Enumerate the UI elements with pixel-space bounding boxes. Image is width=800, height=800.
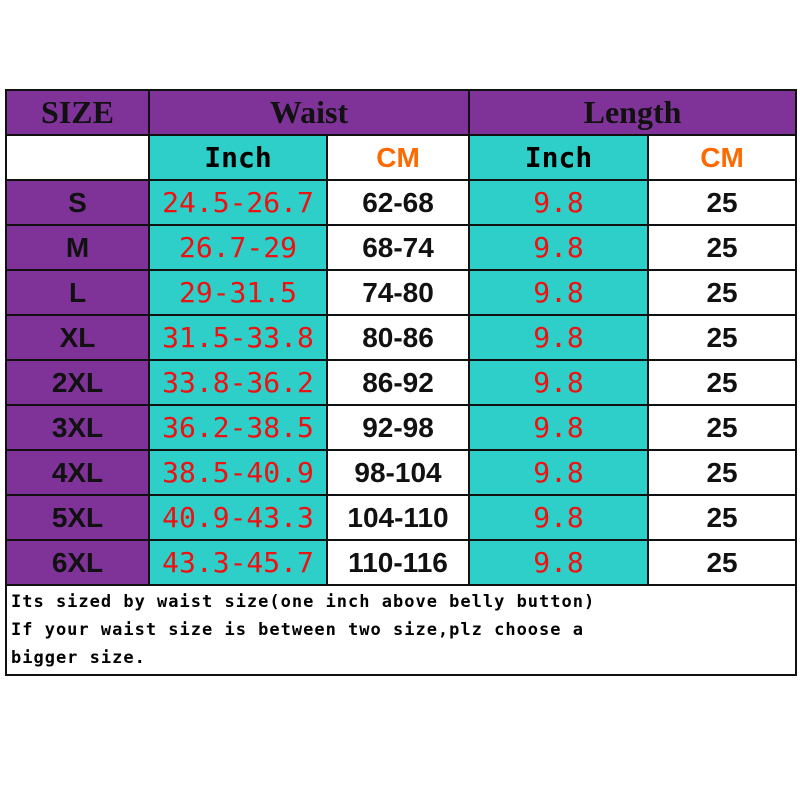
cell-length-inch: 9.8 [468, 539, 650, 586]
cell-size: S [5, 179, 150, 226]
cell-waist-inch: 29-31.5 [148, 269, 328, 316]
note-row: Its sized by waist size(one inch above b… [4, 584, 798, 676]
cell-size: 3XL [5, 404, 150, 451]
subheader-empty [5, 134, 150, 181]
cell-length-inch: 9.8 [468, 404, 650, 451]
table-row: 2XL 33.8-36.2 86-92 9.8 25 [5, 359, 798, 406]
cell-length-inch: 9.8 [468, 449, 650, 496]
cell-waist-cm: 104-110 [325, 494, 471, 541]
cell-length-cm: 25 [647, 539, 798, 586]
table-row: 5XL 40.9-43.3 104-110 9.8 25 [5, 494, 798, 541]
cell-waist-cm: 68-74 [325, 224, 471, 271]
cell-waist-cm: 86-92 [325, 359, 471, 406]
cell-waist-cm: 62-68 [325, 179, 471, 226]
header-size: SIZE [5, 89, 150, 136]
cell-waist-inch: 36.2-38.5 [148, 404, 328, 451]
cell-waist-inch: 24.5-26.7 [148, 179, 328, 226]
cell-length-cm: 25 [647, 404, 798, 451]
cell-waist-inch: 43.3-45.7 [148, 539, 328, 586]
cell-waist-cm: 74-80 [325, 269, 471, 316]
cell-waist-cm: 110-116 [325, 539, 471, 586]
cell-waist-inch: 26.7-29 [148, 224, 328, 271]
table-row: L 29-31.5 74-80 9.8 25 [5, 269, 798, 316]
cell-size: 4XL [5, 449, 150, 496]
table-row: XL 31.5-33.8 80-86 9.8 25 [5, 314, 798, 361]
note-line-2: If your waist size is between two size,p… [11, 620, 584, 640]
table-row: M 26.7-29 68-74 9.8 25 [5, 224, 798, 271]
cell-length-inch: 9.8 [468, 314, 650, 361]
subheader-waist-cm: CM [325, 134, 471, 181]
cell-length-cm: 25 [647, 179, 798, 226]
subheader-waist-inch: Inch [148, 134, 328, 181]
cell-size: XL [5, 314, 150, 361]
cell-length-inch: 9.8 [468, 179, 650, 226]
cell-length-cm: 25 [647, 449, 798, 496]
subheader-length-cm: CM [647, 134, 798, 181]
cell-length-cm: 25 [647, 359, 798, 406]
note-line-3: bigger size. [11, 648, 146, 668]
cell-size: 2XL [5, 359, 150, 406]
table-row: 3XL 36.2-38.5 92-98 9.8 25 [5, 404, 798, 451]
cell-length-inch: 9.8 [468, 359, 650, 406]
header-length: Length [468, 89, 798, 136]
cell-length-cm: 25 [647, 314, 798, 361]
table-row: S 24.5-26.7 62-68 9.8 25 [5, 179, 798, 226]
cell-length-cm: 25 [647, 224, 798, 271]
header-waist: Waist [147, 89, 471, 136]
size-note: Its sized by waist size(one inch above b… [4, 584, 798, 676]
cell-length-inch: 9.8 [468, 494, 650, 541]
cell-size: 5XL [5, 494, 150, 541]
table-row: 4XL 38.5-40.9 98-104 9.8 25 [5, 449, 798, 496]
cell-waist-cm: 92-98 [325, 404, 471, 451]
cell-size: L [5, 269, 150, 316]
cell-length-inch: 9.8 [468, 269, 650, 316]
cell-waist-inch: 33.8-36.2 [148, 359, 328, 406]
cell-waist-cm: 98-104 [325, 449, 471, 496]
cell-waist-cm: 80-86 [325, 314, 471, 361]
cell-waist-inch: 31.5-33.8 [148, 314, 328, 361]
cell-waist-inch: 40.9-43.3 [148, 494, 328, 541]
header-row: SIZE Waist Length [5, 89, 798, 136]
cell-length-cm: 25 [647, 494, 798, 541]
note-line-1: Its sized by waist size(one inch above b… [11, 592, 596, 612]
cell-size: M [5, 224, 150, 271]
subheader-row: Inch CM Inch CM [5, 134, 798, 181]
cell-waist-inch: 38.5-40.9 [148, 449, 328, 496]
cell-length-inch: 9.8 [468, 224, 650, 271]
subheader-length-inch: Inch [468, 134, 650, 181]
size-chart-table: SIZE Waist Length Inch CM Inch CM S 24.5-… [4, 89, 798, 676]
cell-size: 6XL [5, 539, 150, 586]
table-row: 6XL 43.3-45.7 110-116 9.8 25 [5, 539, 798, 586]
cell-length-cm: 25 [647, 269, 798, 316]
